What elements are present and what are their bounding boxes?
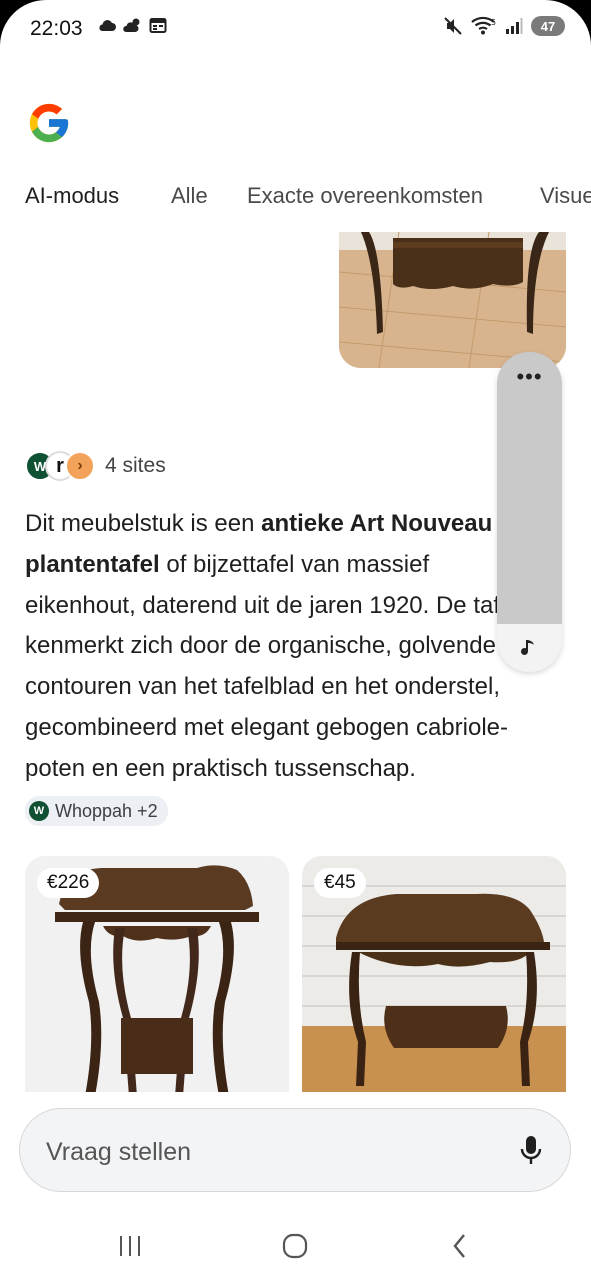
ai-answer-paragraph: Dit meubelstuk is een antieke Art Nouvea… <box>25 504 545 830</box>
back-icon <box>453 1234 465 1258</box>
orange-site-icon: › <box>65 451 95 481</box>
floating-side-panel[interactable]: ••• <box>497 352 562 672</box>
tab-alle[interactable]: Alle <box>171 183 208 209</box>
product-card[interactable]: €226 <box>25 856 289 1092</box>
recent-apps-icon <box>120 1236 140 1256</box>
sources-count: 4 sites <box>105 454 166 477</box>
mute-icon <box>444 17 462 35</box>
recent-apps-button[interactable] <box>110 1230 150 1262</box>
tab-exacte-overeenkomsten[interactable]: Exacte overeenkomsten <box>247 183 483 209</box>
status-time: 22:03 <box>30 17 83 40</box>
price-badge: €226 <box>37 868 100 898</box>
source-sites[interactable]: W r › 4 sites <box>25 451 166 481</box>
search-tabs: AI-modus Alle Exacte overeenkomsten Visu… <box>0 178 591 218</box>
status-bar: 22:03 5 47 <box>0 0 591 58</box>
ask-bar <box>19 1108 571 1192</box>
more-options-icon[interactable]: ••• <box>497 364 562 390</box>
product-card[interactable]: €45 <box>302 856 566 1092</box>
calendar-icon <box>149 18 167 33</box>
ask-input[interactable] <box>44 1131 488 1173</box>
home-icon <box>282 1233 308 1259</box>
svg-text:5: 5 <box>491 18 496 27</box>
microphone-icon[interactable] <box>520 1135 542 1167</box>
status-notifications <box>97 17 167 33</box>
uploaded-query-image[interactable] <box>339 232 566 368</box>
weather-icon <box>123 18 140 32</box>
tab-ai-modus[interactable]: AI-modus <box>25 183 119 209</box>
back-button[interactable] <box>440 1230 480 1262</box>
wifi-icon: 5 <box>471 16 496 35</box>
screen: 22:03 5 47 AI-modus Alle Exacte overeenk… <box>0 0 591 1280</box>
table-photo <box>339 232 566 368</box>
battery-indicator: 47 <box>531 16 565 36</box>
cloud-icon <box>99 20 116 31</box>
google-logo[interactable] <box>26 100 72 146</box>
answer-text-2: of bijzettafel van massief eikenhout, da… <box>25 550 519 782</box>
citation-chip-label: Whoppah +2 <box>55 800 158 821</box>
signal-icon <box>506 18 523 34</box>
price-badge: €45 <box>314 868 366 898</box>
system-navigation-bar <box>0 1216 591 1276</box>
citation-chip[interactable]: W Whoppah +2 <box>25 795 168 826</box>
status-system: 5 47 <box>443 16 565 36</box>
home-button[interactable] <box>275 1230 315 1262</box>
answer-text-1: Dit meubelstuk is een <box>25 510 262 537</box>
tab-visueel[interactable]: Visue <box>540 183 591 209</box>
whoppah-icon: W <box>29 800 49 821</box>
ai-answer-content: W r › 4 sites Dit meubelstuk is een anti… <box>0 232 591 1092</box>
